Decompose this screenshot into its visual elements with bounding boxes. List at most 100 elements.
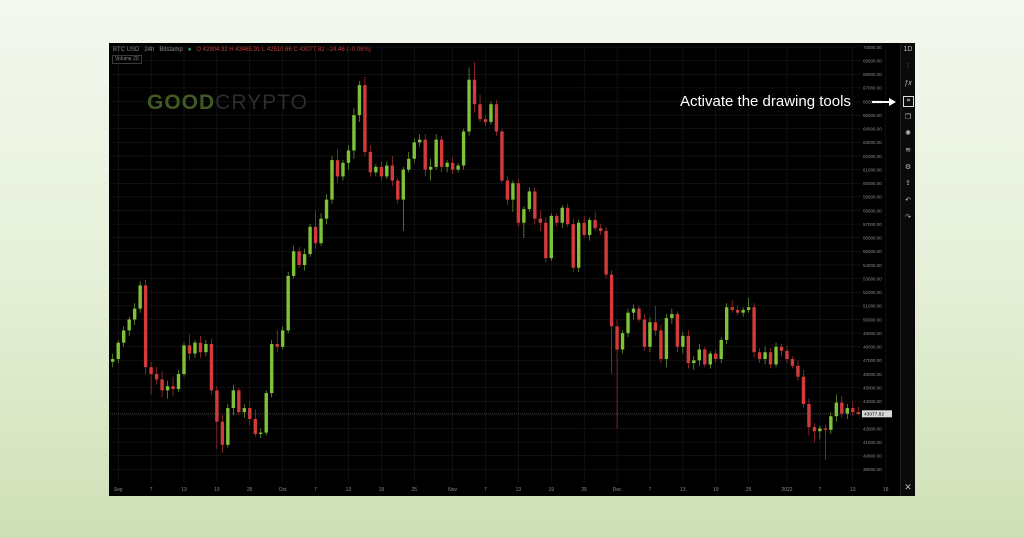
candle-down: [154, 374, 159, 380]
candle-down: [423, 139, 427, 170]
volume-indicator-label[interactable]: Volume 20: [112, 55, 142, 64]
chart-header: BTC USD 24h Bitstamp ● O 42904.32 H 4346…: [113, 45, 371, 55]
candle-down: [566, 207, 570, 225]
x-tick-label: 7: [150, 487, 153, 493]
candle-up: [401, 169, 405, 200]
x-tick-label: 2022: [781, 487, 792, 493]
y-tick-label: 65000.00: [863, 113, 882, 118]
candle-down: [379, 166, 384, 177]
candle-down: [472, 79, 477, 105]
x-tick-label: Sep: [114, 487, 123, 493]
y-tick-label: 68000.00: [863, 72, 882, 77]
y-tick-label: 62000.00: [863, 154, 882, 159]
candle-down: [768, 352, 773, 365]
x-tick-label: 25: [411, 487, 417, 493]
candle-up: [127, 319, 131, 331]
candle-up: [522, 209, 526, 223]
candle-up: [138, 285, 142, 309]
layers-icon[interactable]: ≋: [901, 146, 915, 156]
indicators-icon[interactable]: ƒx: [901, 79, 915, 89]
candle-up: [692, 360, 696, 364]
right-toolbar: 1D ⫶ ƒx ⌗ ❐ ✺ ≋ ⚙ ⇪ ↶ ↷ ✕: [900, 43, 915, 496]
candle-down: [703, 349, 707, 365]
candle-down: [735, 309, 740, 313]
y-tick-label: 49000.00: [863, 331, 882, 336]
candle-up: [587, 220, 592, 236]
compare-icon[interactable]: ❐: [901, 113, 915, 123]
candle-down: [215, 390, 219, 422]
y-tick-label: 67000.00: [863, 86, 882, 91]
candle-down: [686, 335, 691, 364]
candle-down: [538, 218, 543, 223]
gear-icon[interactable]: ⚙: [901, 163, 915, 173]
candle-down: [851, 408, 855, 413]
candle-up: [511, 183, 515, 200]
candle-down: [516, 183, 521, 223]
x-tick-label: 19: [713, 487, 719, 493]
candle-up: [467, 79, 471, 132]
candle-down: [571, 224, 575, 268]
candle-down: [478, 104, 482, 120]
y-tick-label: 39000.00: [863, 467, 882, 472]
interval-label[interactable]: 24h: [144, 47, 154, 53]
goodcrypto-logo: GOODCRYPTO: [147, 91, 308, 115]
y-tick-label: 69000.00: [863, 58, 882, 63]
candle-down: [604, 230, 608, 275]
candle-up: [648, 322, 652, 347]
candle-down: [659, 330, 663, 360]
x-tick-label: 25: [581, 487, 587, 493]
candle-down: [275, 344, 279, 347]
y-tick-label: 53000.00: [863, 276, 882, 281]
settings-wheel-icon[interactable]: ✺: [901, 129, 915, 139]
candle-up: [165, 386, 170, 391]
undo-icon[interactable]: ↶: [901, 196, 915, 206]
candle-down: [209, 344, 214, 391]
candle-down: [450, 162, 455, 170]
x-tick-label: 13: [850, 487, 856, 493]
candle-down: [779, 346, 784, 351]
drawing-tools-icon[interactable]: ⌗: [903, 96, 914, 107]
x-tick-label: 7: [649, 487, 652, 493]
redo-icon[interactable]: ↷: [901, 213, 915, 223]
candles-icon[interactable]: ⫶: [901, 62, 915, 72]
y-tick-label: 51000.00: [863, 304, 882, 309]
candle-down: [642, 319, 647, 347]
candle-up: [626, 312, 630, 334]
y-tick-label: 42000.00: [863, 426, 882, 431]
x-tick-label: 13: [346, 487, 352, 493]
candle-up: [670, 314, 674, 319]
candle-up: [270, 344, 274, 394]
candle-down: [582, 222, 586, 236]
candle-down: [812, 427, 817, 432]
candle-down: [220, 421, 225, 445]
candle-up: [664, 318, 669, 360]
candle-down: [253, 418, 257, 434]
candle-down: [439, 139, 444, 167]
candle-up: [132, 308, 137, 320]
y-tick-label: 52000.00: [863, 290, 882, 295]
y-tick-label: 50000.00: [863, 317, 882, 322]
candle-up: [116, 342, 120, 360]
candle-up: [549, 215, 553, 259]
candle-up: [560, 207, 564, 223]
symbol-label[interactable]: BTC USD: [113, 47, 139, 53]
candle-up: [489, 104, 493, 122]
candle-down: [598, 228, 603, 231]
candle-up: [291, 251, 296, 276]
close-icon[interactable]: ✕: [901, 482, 915, 492]
candle-up: [242, 408, 247, 413]
candle-down: [237, 390, 241, 413]
candle-up: [357, 85, 362, 116]
candle-down: [368, 151, 373, 173]
y-tick-label: 47000.00: [863, 358, 882, 363]
candle-up: [461, 131, 466, 166]
candle-up: [346, 150, 351, 163]
candle-down: [555, 215, 559, 223]
y-tick-label: 61000.00: [863, 167, 882, 172]
share-icon[interactable]: ⇪: [901, 179, 915, 189]
candle-up: [719, 339, 723, 360]
timeframe-button[interactable]: 1D: [901, 45, 915, 55]
candle-down: [494, 104, 499, 132]
y-tick-label: 40000.00: [863, 454, 882, 459]
logo-text-good: GOOD: [147, 91, 216, 114]
